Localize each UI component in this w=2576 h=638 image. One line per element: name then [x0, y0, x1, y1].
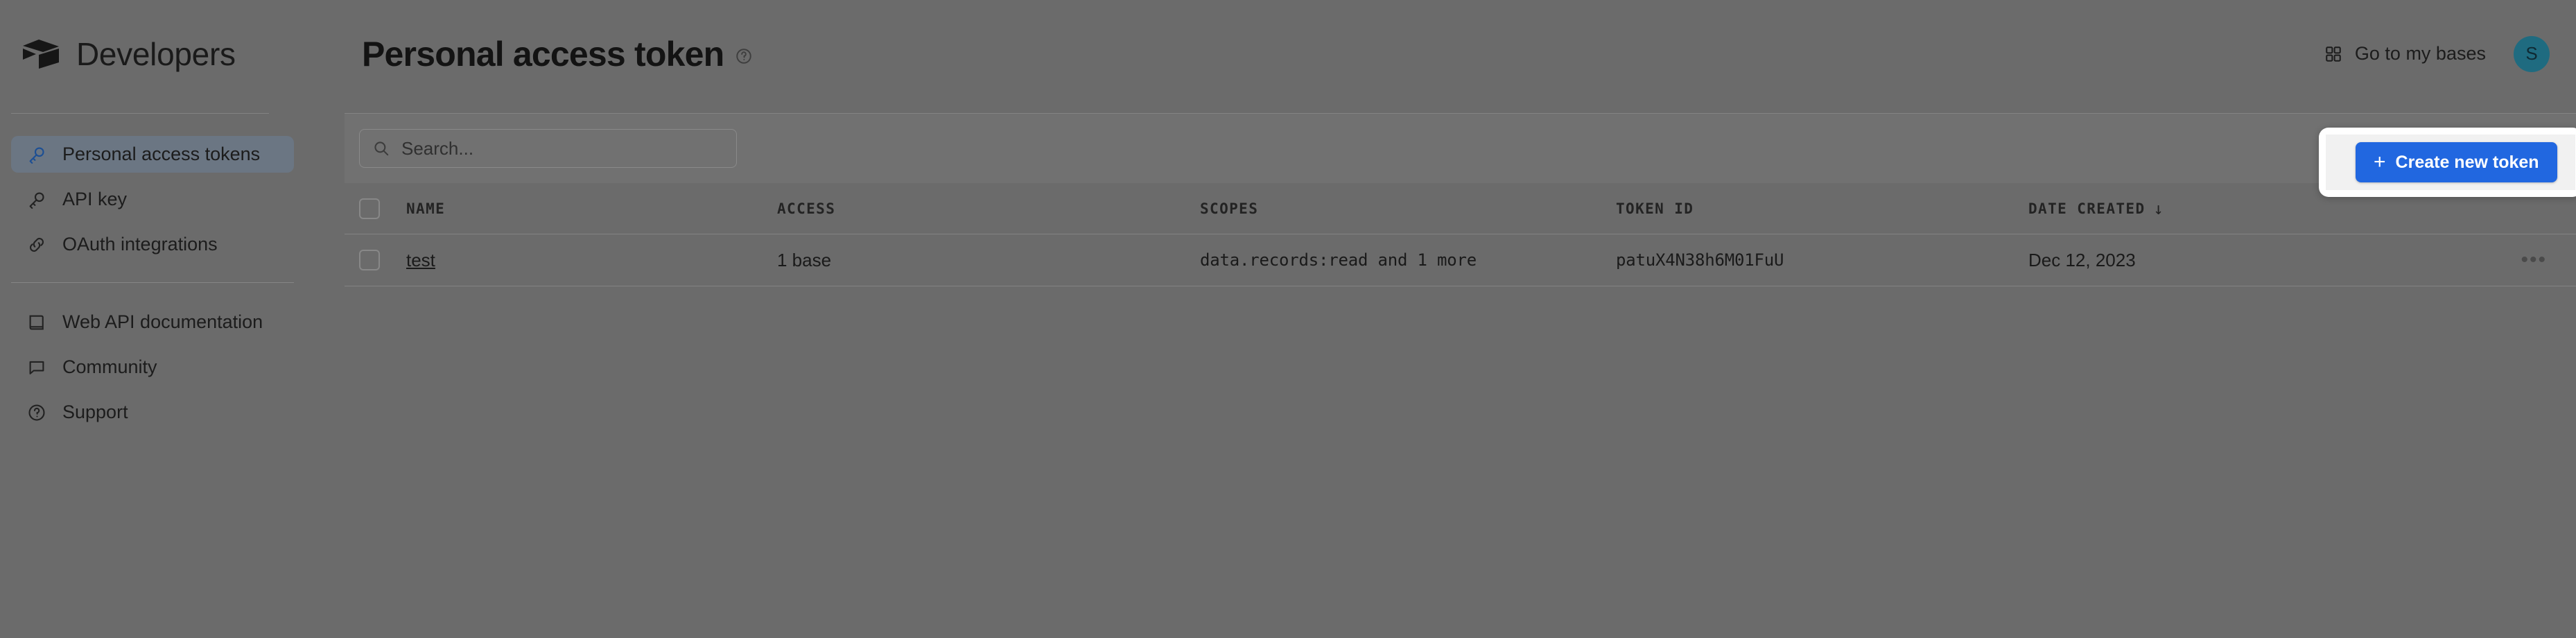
sidebar-item-label: Web API documentation — [62, 311, 263, 332]
search-icon — [374, 141, 389, 156]
go-to-my-bases-link[interactable]: Go to my bases — [2324, 43, 2486, 64]
sidebar-item-label: API key — [62, 189, 128, 209]
cell-token-id: patuX4N38h6M01FuU — [1616, 250, 1784, 270]
page-title: Personal access token — [362, 34, 724, 74]
help-circle-icon[interactable] — [735, 47, 753, 65]
sidebar-item-support[interactable]: Support — [11, 394, 294, 431]
search-placeholder: Search... — [401, 137, 474, 159]
chat-bubble-icon — [29, 361, 44, 374]
column-header-scopes[interactable]: SCOPES — [1200, 200, 1616, 217]
row-overflow-menu-icon[interactable]: ••• — [2521, 250, 2547, 270]
select-all-checkbox[interactable] — [359, 198, 380, 219]
sidebar-divider — [11, 282, 294, 283]
sidebar: Personal access tokens API key OAuth int… — [0, 125, 305, 638]
cell-name: test — [406, 250, 777, 271]
sidebar-header-divider — [11, 113, 269, 114]
question-circle-icon — [28, 404, 45, 421]
key-icon — [29, 191, 44, 209]
row-select-checkbox[interactable] — [359, 250, 380, 270]
sort-descending-icon: ↓ — [2153, 198, 2165, 218]
token-name-link[interactable]: test — [406, 250, 435, 270]
link-chain-icon — [29, 237, 44, 252]
sidebar-item-oauth-integrations[interactable]: OAuth integrations — [11, 226, 294, 263]
avatar-initial: S — [2525, 43, 2538, 64]
cell-scopes: data.records:read and 1 more — [1200, 250, 1477, 270]
header-right: Go to my bases S — [2324, 35, 2550, 72]
grid-icon — [2326, 46, 2341, 62]
sidebar-item-label: Personal access tokens — [62, 144, 261, 164]
cell-access: 1 base — [777, 249, 832, 270]
table-row[interactable]: test 1 base data.records:read and 1 more… — [345, 234, 2576, 286]
main-content: Search... NAME ACCESS SCOPES TOKEN ID DA… — [345, 114, 2576, 638]
cell-date-created: Dec 12, 2023 — [2028, 249, 2136, 270]
column-header-date-created[interactable]: DATE CREATED ↓ — [2028, 200, 2417, 217]
tokens-table: NAME ACCESS SCOPES TOKEN ID DATE CREATED… — [345, 183, 2576, 286]
brand-label: Developers — [76, 35, 236, 72]
key-icon — [29, 146, 44, 164]
create-new-token-button[interactable]: + Create new token — [2356, 142, 2557, 182]
create-token-spotlight: + Create new token — [2319, 128, 2576, 197]
column-header-token-id[interactable]: TOKEN ID — [1616, 200, 2028, 217]
sidebar-item-community[interactable]: Community — [11, 349, 294, 386]
sidebar-item-personal-access-tokens[interactable]: Personal access tokens — [11, 136, 294, 173]
create-new-token-label: Create new token — [2395, 152, 2539, 172]
developers-page: Developers Personal access token Go to m… — [0, 0, 2576, 638]
column-header-access[interactable]: ACCESS — [777, 200, 1200, 217]
sidebar-item-label: Support — [62, 402, 128, 422]
toolbar: Search... — [345, 114, 2576, 183]
book-icon — [29, 315, 44, 329]
sidebar-item-web-api-documentation[interactable]: Web API documentation — [11, 304, 294, 340]
sidebar-item-label: OAuth integrations — [62, 234, 218, 255]
go-to-my-bases-label: Go to my bases — [2354, 43, 2486, 64]
sidebar-item-api-key[interactable]: API key — [11, 181, 294, 218]
table-header-row: NAME ACCESS SCOPES TOKEN ID DATE CREATED… — [345, 183, 2576, 234]
app-header: Developers Personal access token Go to m… — [0, 0, 2576, 107]
brand[interactable]: Developers — [21, 35, 319, 73]
cube-logo-icon — [23, 39, 59, 69]
page-title-wrap: Personal access token — [362, 34, 753, 74]
row-actions: ••• — [2417, 250, 2576, 270]
spotlight-inner: + Create new token — [2326, 135, 2575, 190]
plus-icon: + — [2374, 150, 2386, 173]
column-header-name[interactable]: NAME — [406, 200, 777, 217]
sidebar-item-label: Community — [62, 356, 157, 377]
avatar[interactable]: S — [2514, 35, 2550, 72]
search-input[interactable]: Search... — [359, 129, 737, 168]
column-header-date-created-label: DATE CREATED — [2028, 200, 2146, 217]
